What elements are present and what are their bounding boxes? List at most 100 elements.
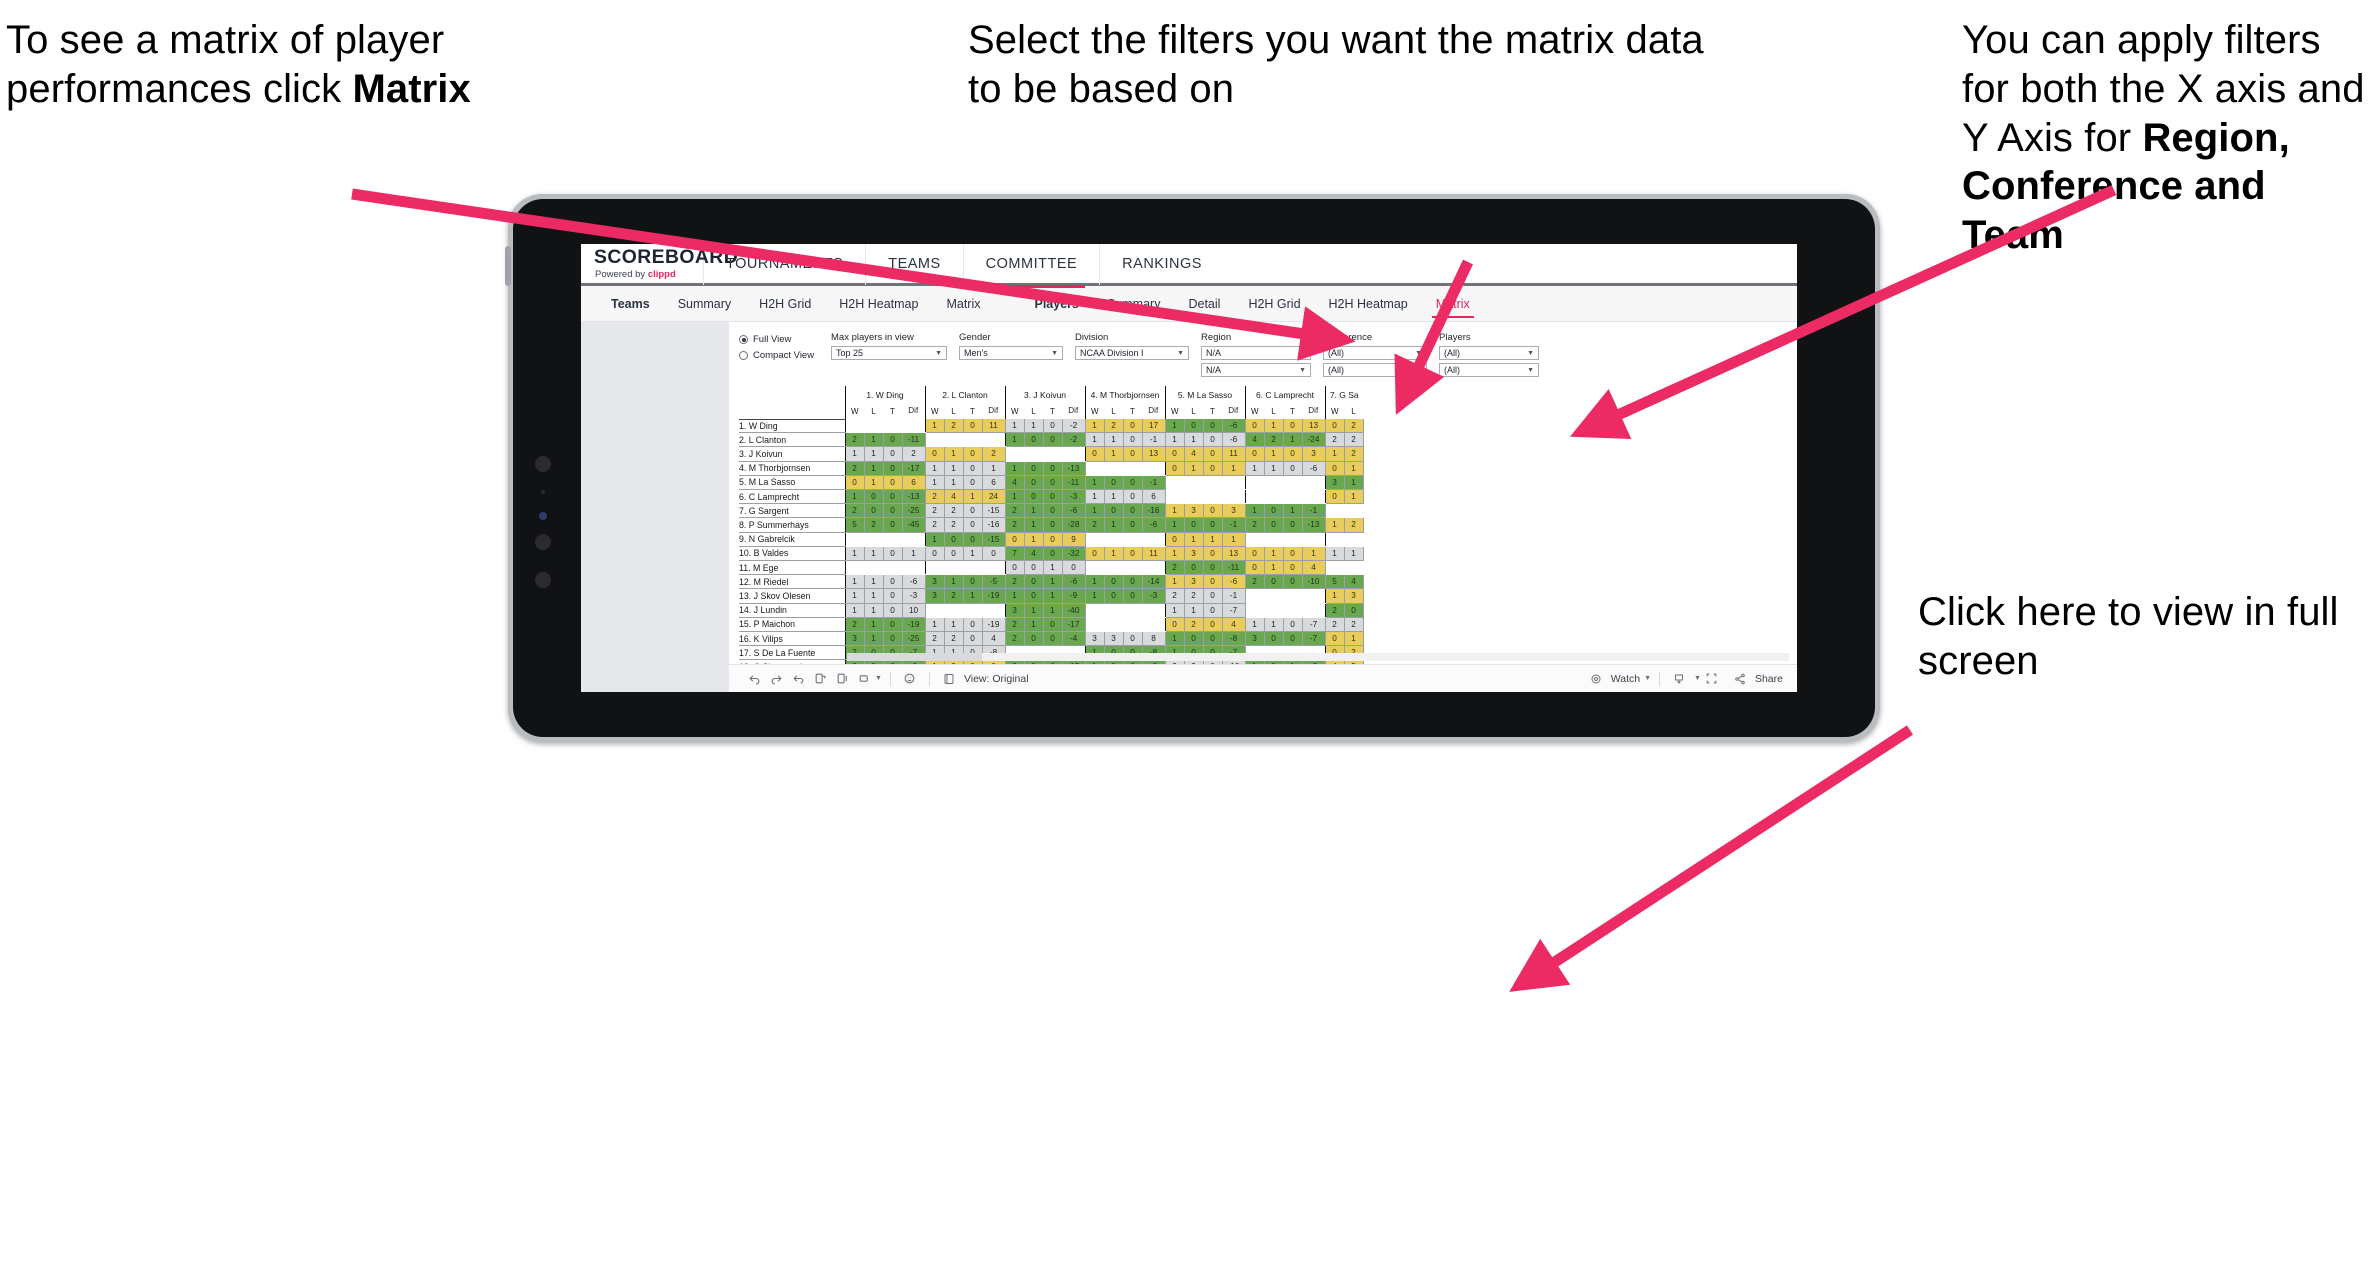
matrix-row[interactable]: 8. P Summerhays 5 2 0 -45 2 2 0 -16 2 1 0 -28 2 1 0 -6 1 0… — [739, 517, 1364, 533]
matrix-cell[interactable]: 0 — [1024, 475, 1044, 491]
filter-region-select-x[interactable]: N/A ▼ — [1201, 346, 1311, 360]
matrix-cell[interactable]: 0 — [1043, 517, 1063, 533]
matrix-cell[interactable]: 1 — [864, 461, 884, 476]
matrix-cell[interactable]: 2 — [944, 588, 964, 604]
matrix-cell[interactable]: 1 — [1244, 617, 1265, 633]
matrix-cell[interactable]: 3 — [924, 574, 945, 590]
matrix-cell[interactable]: -3 — [902, 588, 926, 604]
matrix-cell[interactable]: -1 — [1142, 475, 1166, 491]
matrix-row-label[interactable]: 18. C Sherwood — [739, 659, 845, 664]
matrix-cell[interactable]: 1 — [1164, 503, 1185, 519]
matrix-cell[interactable]: 1 — [1104, 489, 1124, 505]
matrix-cell[interactable]: 0 — [1244, 560, 1265, 576]
matrix-col-header[interactable]: 7. G Sa — [1324, 386, 1363, 404]
matrix-cell[interactable]: 1 — [1084, 489, 1105, 505]
matrix-cell[interactable]: 1 — [1344, 631, 1364, 647]
matrix-cell[interactable]: -13 — [1062, 461, 1086, 476]
matrix-cell[interactable]: 2 — [1004, 617, 1025, 633]
matrix-cell[interactable]: -8 — [1222, 631, 1246, 647]
matrix-cell[interactable]: 2 — [1184, 617, 1204, 633]
matrix-cell[interactable]: -32 — [1062, 546, 1086, 562]
matrix-cell[interactable]: 0 — [1123, 631, 1143, 647]
matrix-cell[interactable]: 0 — [1164, 461, 1185, 476]
matrix-cell[interactable]: 1 — [1222, 532, 1246, 547]
matrix-cell[interactable]: -13 — [902, 489, 926, 505]
fullscreen-icon[interactable] — [1701, 672, 1723, 685]
matrix-col-header[interactable]: 4. M Thorbjornsen — [1084, 386, 1165, 404]
matrix-cell[interactable]: -15 — [982, 503, 1006, 519]
matrix-cell[interactable]: 1 — [844, 603, 865, 618]
matrix-row-label[interactable]: 12. M Riedel — [739, 574, 845, 590]
matrix-cell[interactable]: 0 — [1123, 574, 1143, 590]
matrix-cell[interactable]: 4 — [1344, 574, 1364, 590]
matrix-cell[interactable]: -6 — [1222, 432, 1246, 448]
filter-conference-select-x[interactable]: (All) ▼ — [1323, 346, 1427, 360]
matrix-cell[interactable]: 13 — [1142, 446, 1166, 462]
matrix-cell[interactable]: 4 — [944, 489, 964, 505]
nav-item-committee[interactable]: COMMITTEE — [964, 244, 1100, 288]
nav-item-rankings[interactable]: RANKINGS — [1100, 244, 1224, 285]
matrix-cell[interactable]: 1 — [1164, 603, 1185, 618]
matrix-cell[interactable]: 0 — [883, 503, 903, 519]
matrix-row[interactable]: 2. L Clanton 2 1 0 -11 1 0 0 -2 1 1 0 -1 1 1 0 -6 4 2 1 -24 2… — [739, 432, 1364, 448]
matrix-cell[interactable]: 2 — [944, 517, 964, 533]
matrix-cell[interactable]: 1 — [1244, 503, 1265, 519]
matrix-cell[interactable]: 1 — [1043, 588, 1063, 604]
nav-item-teams[interactable]: TEAMS — [866, 244, 962, 285]
matrix-cell[interactable]: 1 — [1024, 419, 1044, 434]
matrix-cell[interactable]: 2 — [844, 432, 865, 448]
matrix-cell[interactable]: 1 — [1004, 461, 1025, 476]
matrix-cell[interactable]: 0 — [1123, 446, 1143, 462]
matrix-cell[interactable]: 0 — [883, 631, 903, 647]
matrix-cell[interactable]: 0 — [883, 617, 903, 633]
matrix-row[interactable]: 12. M Riedel 1 1 0 -6 3 1 0 -5 2 0 1 -6 1 0 0 -14 1 3 0 -6 2 0… — [739, 574, 1364, 590]
matrix-cell[interactable]: 0 — [1043, 475, 1063, 491]
matrix-cell[interactable]: 4 — [1244, 432, 1265, 448]
matrix-cell[interactable]: 1 — [1164, 574, 1185, 590]
matrix-cell[interactable]: 0 — [1104, 574, 1124, 590]
matrix-cell[interactable]: -17 — [1062, 617, 1086, 633]
tab-teams-summary[interactable]: Summary — [664, 286, 745, 322]
matrix-cell[interactable]: 2 — [1324, 432, 1345, 448]
matrix-cell[interactable]: 1 — [864, 546, 884, 562]
matrix-cell[interactable]: 1 — [864, 475, 884, 491]
matrix-cell[interactable]: 3 — [1184, 546, 1204, 562]
tab-players-h2h-grid[interactable]: H2H Grid — [1234, 286, 1314, 322]
matrix-cell[interactable]: -19 — [902, 617, 926, 633]
matrix-cell[interactable]: 0 — [1203, 588, 1223, 604]
matrix-cell[interactable]: 3 — [1344, 588, 1364, 604]
matrix-cell[interactable]: 0 — [924, 446, 945, 462]
matrix-cell[interactable]: 0 — [1104, 503, 1124, 519]
matrix-cell[interactable]: 0 — [883, 574, 903, 590]
matrix-row[interactable]: 13. J Skov Olesen 1 1 0 -3 3 2 1 -19 1 0 1 -9 1 0 0 -3 2 2… — [739, 588, 1364, 604]
matrix-cell[interactable]: -19 — [982, 617, 1006, 633]
matrix-cell[interactable]: 24 — [982, 489, 1006, 505]
matrix-cell[interactable]: 1 — [864, 574, 884, 590]
matrix-cell[interactable]: 0 — [1344, 603, 1364, 618]
matrix-cell[interactable]: 1 — [963, 588, 983, 604]
matrix-cell[interactable]: -1 — [1302, 503, 1326, 519]
matrix-cell[interactable]: 2 — [864, 517, 884, 533]
matrix-cell[interactable]: -11 — [1222, 560, 1246, 576]
matrix-cell[interactable]: 0 — [963, 461, 983, 476]
matrix-cell[interactable]: 0 — [1164, 446, 1185, 462]
matrix-cell[interactable]: 0 — [1024, 560, 1044, 576]
matrix-row[interactable]: 9. N Gabrelcik 1 0 0 -15 0 1 0 9 0 1 1 1 — [739, 532, 1363, 547]
matrix-cell[interactable]: 1 — [844, 446, 865, 462]
matrix-cell[interactable]: 1 — [1104, 517, 1124, 533]
matrix-cell[interactable]: 1 — [924, 475, 945, 491]
matrix-row-label[interactable]: 3. J Koivun — [739, 446, 845, 462]
matrix-cell[interactable]: 6 — [1142, 489, 1166, 505]
matrix-cell[interactable]: 3 — [1244, 631, 1265, 647]
matrix-cell[interactable]: 1 — [1004, 588, 1025, 604]
matrix-cell[interactable]: -10 — [1302, 574, 1326, 590]
matrix-cell[interactable]: 1 — [864, 432, 884, 448]
matrix-cell[interactable]: 1 — [1104, 546, 1124, 562]
matrix-cell[interactable]: 1 — [1264, 560, 1284, 576]
matrix-row-label[interactable]: 4. M Thorbjornsen — [739, 461, 845, 476]
matrix-cell[interactable]: -7 — [1302, 631, 1326, 647]
matrix-cell[interactable]: -17 — [902, 461, 926, 476]
matrix-cell[interactable]: 1 — [1104, 432, 1124, 448]
matrix-cell[interactable]: 0 — [883, 475, 903, 491]
matrix-cell[interactable]: 0 — [1084, 446, 1105, 462]
